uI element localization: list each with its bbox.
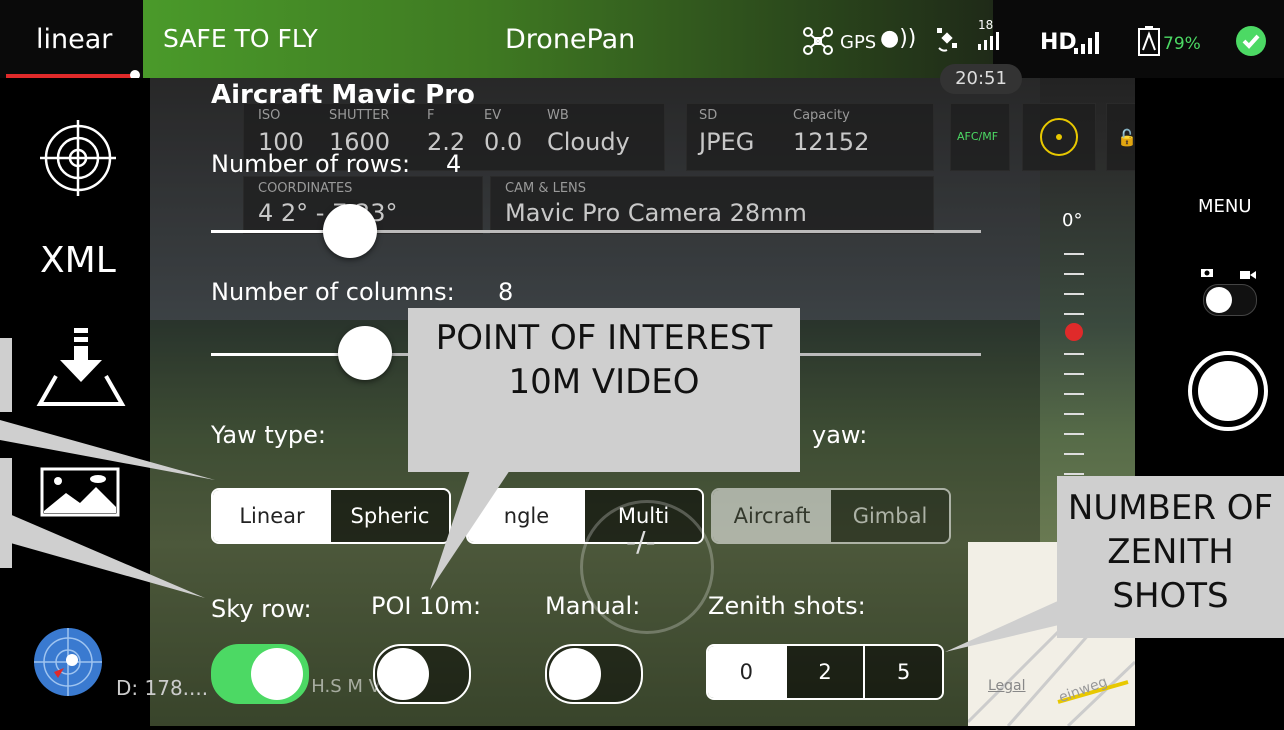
- callout-box-left-2: [0, 458, 12, 568]
- zenith-callout: NUMBER OF ZENITH SHOTS: [1057, 476, 1284, 638]
- poi-callout: POINT OF INTEREST 10M VIDEO: [408, 308, 800, 472]
- callout-box-left-1: [0, 338, 12, 412]
